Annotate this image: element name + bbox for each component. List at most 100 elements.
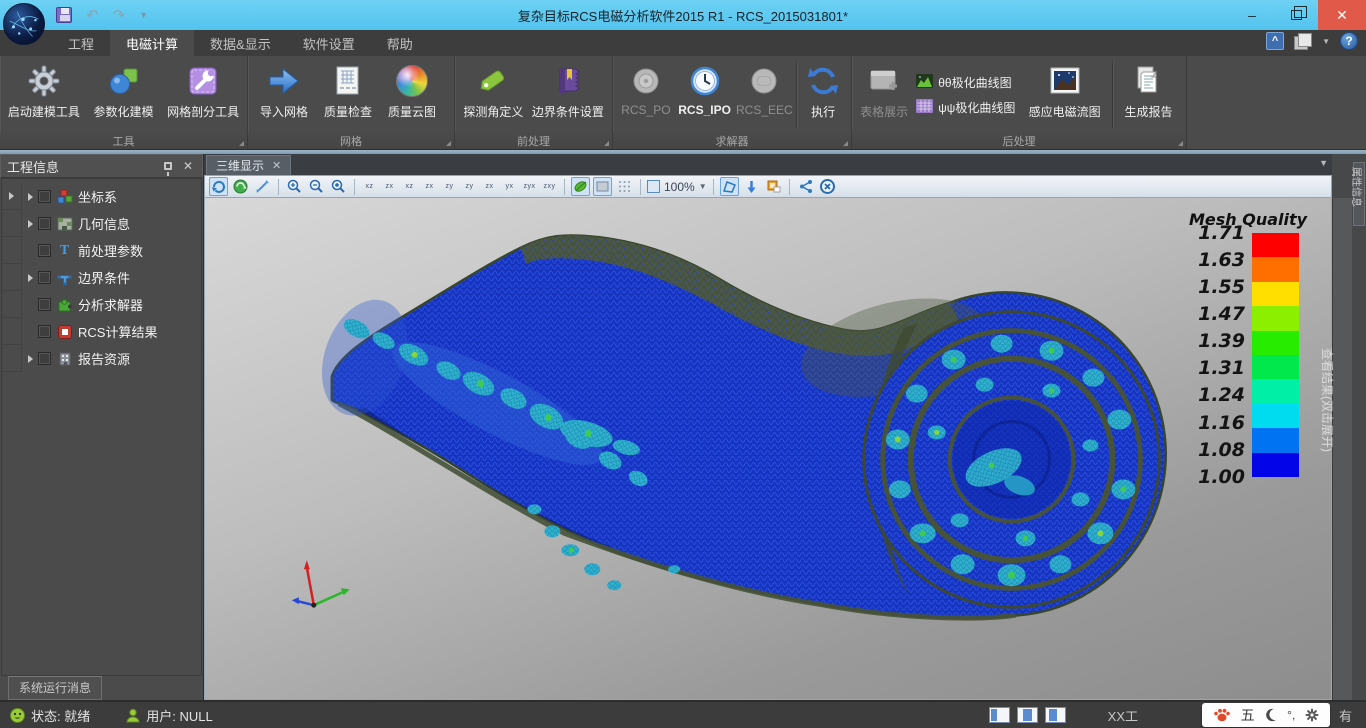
share-nodes-icon[interactable] — [796, 177, 815, 196]
launch-modeler-button[interactable]: 启动建模工具 — [4, 58, 84, 132]
group-expand-icon[interactable] — [446, 141, 451, 146]
tab-3d-display[interactable]: 三维显示 ✕ — [206, 155, 291, 175]
tree-item-geometry-info[interactable]: 几何信息 — [2, 210, 201, 237]
app-logo-icon[interactable] — [3, 3, 45, 45]
view-zx3-button[interactable]: zx — [481, 178, 498, 195]
tab-close-icon[interactable]: ✕ — [272, 159, 281, 172]
help-icon[interactable]: ? — [1340, 32, 1358, 50]
tab-project[interactable]: 工程 — [52, 30, 110, 56]
quality-check-button[interactable]: 质量检查 — [316, 58, 380, 132]
panel-close-icon[interactable]: ✕ — [180, 159, 196, 173]
expand-icon[interactable] — [22, 220, 38, 228]
view-zx-button[interactable]: zx — [381, 178, 398, 195]
execute-button[interactable]: 执行 — [799, 58, 847, 132]
polygon-select-icon[interactable] — [720, 177, 739, 196]
tree-checkbox[interactable] — [38, 325, 51, 338]
restore-button[interactable] — [1274, 0, 1318, 30]
expand-icon[interactable] — [22, 274, 38, 282]
view-iso1-button[interactable]: zyx — [521, 178, 538, 195]
ime-paw-icon[interactable] — [1213, 707, 1231, 723]
zoom-dropdown-icon[interactable]: ▼ — [699, 182, 707, 191]
view-zy2-button[interactable]: zy — [461, 178, 478, 195]
view-yx-button[interactable]: yx — [501, 178, 518, 195]
group-expand-icon[interactable] — [843, 141, 848, 146]
theta-curve-button[interactable]: θθ极化曲线图 — [916, 74, 1015, 91]
group-expand-icon[interactable] — [604, 141, 609, 146]
tree-gutter — [2, 291, 22, 318]
mesh-tool-button[interactable]: 网格剖分工具 — [163, 58, 243, 132]
expand-icon[interactable] — [22, 355, 38, 363]
ime-mode-label[interactable]: 五 — [1241, 705, 1255, 725]
tab-help[interactable]: 帮助 — [371, 30, 429, 56]
cancel-circle-icon[interactable] — [818, 177, 837, 196]
tab-software-settings[interactable]: 软件设置 — [287, 30, 371, 56]
group-label-preprocess: 前处理 — [517, 133, 550, 149]
param-modeling-button[interactable]: 参数化建模 — [84, 58, 164, 132]
shaded-mode-icon[interactable] — [571, 177, 590, 196]
psi-curve-button[interactable]: ψψ极化曲线图 — [916, 99, 1015, 116]
generate-report-button[interactable]: 生成报告 — [1115, 58, 1182, 132]
tree-item-rcs-results[interactable]: RCS计算结果 — [2, 318, 201, 345]
orbit-rotate-icon[interactable] — [209, 177, 228, 196]
wireframe-dots-icon[interactable] — [615, 177, 634, 196]
boundary-setup-button[interactable]: 边界条件设置 — [528, 58, 608, 132]
view-zy-button[interactable]: zy — [441, 178, 458, 195]
refresh-view-icon[interactable] — [231, 177, 250, 196]
tree-checkbox[interactable] — [38, 244, 51, 257]
tree-item-boundary-conditions[interactable]: 边界条件 — [2, 264, 201, 291]
fit-extents-icon[interactable] — [253, 177, 272, 196]
view-zx2-button[interactable]: zx — [421, 178, 438, 195]
ime-punctuation-label[interactable]: °, — [1287, 708, 1295, 722]
tree-item-coordinate-system[interactable]: 坐标系 — [2, 183, 201, 210]
tree-checkbox[interactable] — [38, 271, 51, 284]
axis-triad — [292, 560, 350, 607]
3d-viewport[interactable]: Mesh Quality 1.71 1.63 1.55 1.47 1.39 1.… — [204, 198, 1332, 700]
property-info-tab[interactable]: 属性信息 — [1353, 162, 1365, 226]
expand-icon[interactable] — [22, 193, 38, 201]
tree-item-analysis-solver[interactable]: 分析求解器 — [2, 291, 201, 318]
induction-map-button[interactable]: 感应电磁流图 — [1019, 58, 1110, 132]
layout-left-panel-icon[interactable] — [989, 707, 1010, 723]
window-layout-icon[interactable] — [1294, 33, 1312, 49]
tree-checkbox[interactable] — [38, 298, 51, 311]
zoom-window-icon[interactable] — [329, 177, 348, 196]
group-expand-icon[interactable] — [1178, 141, 1183, 146]
quality-cloud-button[interactable]: 质量云图 — [380, 58, 444, 132]
view-xz2-button[interactable]: xz — [401, 178, 418, 195]
tree-item-report-resources[interactable]: 报告资源 — [2, 345, 201, 372]
minimize-button[interactable]: – — [1230, 0, 1274, 30]
tab-em-compute[interactable]: 电磁计算 — [110, 30, 194, 56]
ime-moon-icon[interactable] — [1264, 708, 1277, 722]
ribbon-collapse-icon[interactable]: ^ — [1266, 32, 1284, 50]
results-collapsed-panel[interactable]: 查看结果(双击展开) — [1332, 198, 1352, 700]
tab-data-display[interactable]: 数据&显示 — [194, 30, 287, 56]
copy-window-icon[interactable] — [764, 177, 783, 196]
layout-center-panel-icon[interactable] — [1017, 707, 1038, 723]
close-button[interactable]: ✕ — [1318, 0, 1366, 30]
ime-settings-gear-icon[interactable] — [1305, 708, 1319, 722]
rcs-ipo-button[interactable]: RCS_IPO — [675, 58, 735, 132]
probe-angle-button[interactable]: 探测角定义 — [459, 58, 528, 132]
ribbon-group-solver: RCS_PO RCS_IPO RCS_EEC — [613, 56, 852, 149]
tree-checkbox[interactable] — [38, 352, 51, 365]
ime-toolbar[interactable]: 五 °, — [1202, 703, 1330, 727]
layout-right-panel-icon[interactable] — [1045, 707, 1066, 723]
view-xz-button[interactable]: xz — [361, 178, 378, 195]
status-state-text: 状态: 就绪 — [31, 706, 90, 725]
zoom-out-icon[interactable] — [307, 177, 326, 196]
tree-item-preprocess-params[interactable]: T 前处理参数 — [2, 237, 201, 264]
zoom-in-icon[interactable] — [285, 177, 304, 196]
import-view-icon[interactable] — [742, 177, 761, 196]
tree-checkbox[interactable] — [38, 190, 51, 203]
tree-checkbox[interactable] — [38, 217, 51, 230]
pin-icon[interactable] — [164, 162, 172, 170]
import-mesh-button[interactable]: 导入网格 — [252, 58, 316, 132]
zoom-level-select[interactable]: 100% ▼ — [647, 180, 707, 194]
layout-dropdown-icon[interactable]: ▼ — [1322, 37, 1330, 46]
group-expand-icon[interactable] — [239, 141, 244, 146]
status-smiley-icon — [10, 708, 25, 723]
tab-list-dropdown-icon[interactable]: ▼ — [1319, 158, 1328, 168]
view-iso2-button[interactable]: zxy — [541, 178, 558, 195]
flat-surface-icon[interactable] — [593, 177, 612, 196]
system-message-tab[interactable]: 系统运行消息 — [8, 676, 102, 700]
